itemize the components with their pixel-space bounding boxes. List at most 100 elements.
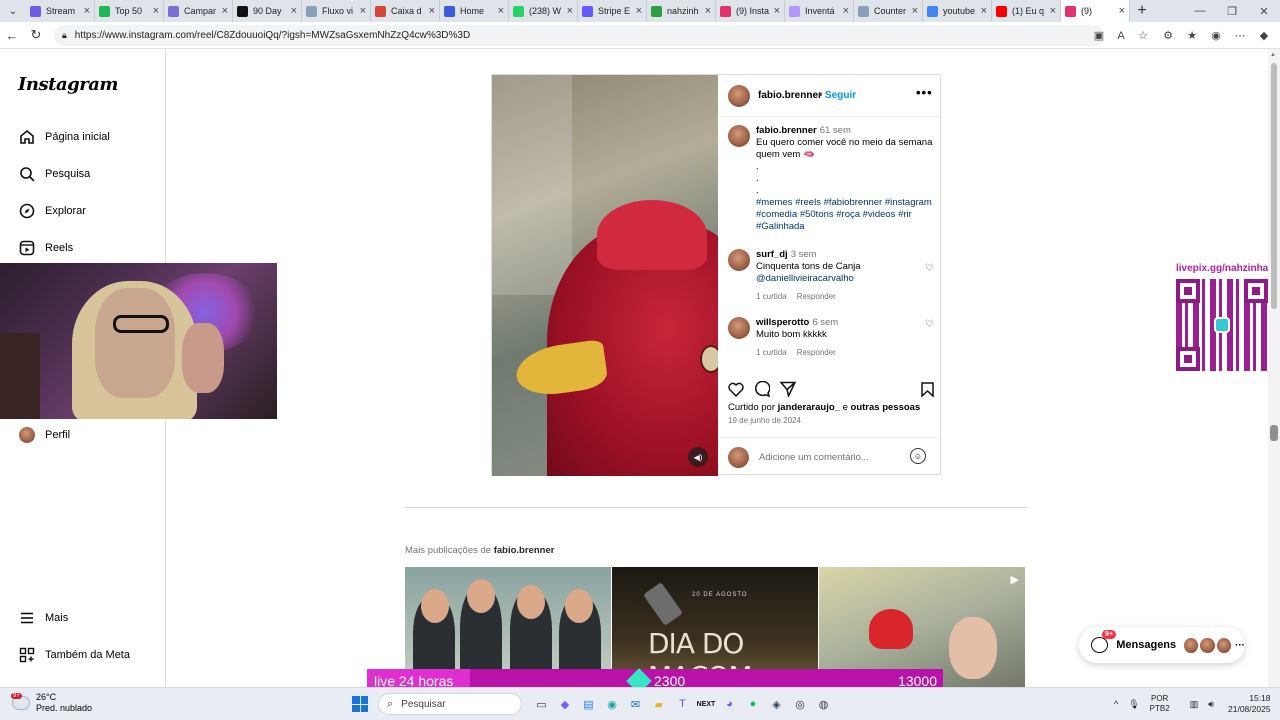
messages-button[interactable]: 9+ Mensagens ··· (1079, 627, 1245, 663)
restore-icon[interactable]: ❐ (1216, 0, 1248, 22)
start-icon[interactable] (352, 696, 368, 712)
browser-tab[interactable]: (9) × (1061, 0, 1130, 22)
tab-close-icon[interactable]: × (567, 5, 573, 17)
site-info-icon[interactable]: 🔒︎ (62, 30, 67, 41)
back-icon[interactable]: ← (0, 28, 24, 43)
reply-button[interactable]: Responder (797, 292, 836, 301)
next-app-icon[interactable]: NEXT (695, 694, 718, 714)
emoji-icon[interactable]: ☺ (910, 448, 926, 464)
weather-widget[interactable]: 9+ 26°C Pred. nublado (11, 692, 92, 714)
author-avatar[interactable] (728, 85, 750, 107)
browser-tab[interactable]: Stream × (26, 0, 95, 22)
comment-username[interactable]: willsperotto (756, 317, 809, 328)
tab-close-icon[interactable]: × (705, 5, 711, 17)
tab-close-icon[interactable]: × (153, 5, 159, 17)
close-icon[interactable]: ✕ (1248, 0, 1280, 22)
browser-tab[interactable]: (9) Insta × (716, 0, 785, 22)
like-comment-icon[interactable]: ♡ (925, 263, 934, 275)
browser-tab[interactable]: youtube × (923, 0, 992, 22)
author-avatar[interactable] (728, 125, 750, 147)
reel-video[interactable]: ◀︎) (492, 75, 718, 476)
url-field[interactable]: 🔒︎ https://www.instagram.com/reel/C8Zdou… (54, 25, 1104, 46)
browser-tab[interactable]: Home × (440, 0, 509, 22)
tab-close-icon[interactable]: × (429, 5, 435, 17)
vpn-icon[interactable]: ◈ (765, 694, 788, 714)
author-username[interactable]: fabio.brenner (758, 90, 822, 101)
mic-icon[interactable]: 🎙︎ (1128, 699, 1139, 710)
comment-input[interactable]: Adicione um comentário... (759, 452, 869, 463)
clock[interactable]: 15:18 21/08/2025 (1228, 693, 1271, 715)
refresh-icon[interactable]: ↻ (24, 27, 48, 43)
browser-tab[interactable]: Inventá × (785, 0, 854, 22)
more-options-icon[interactable]: ••• (916, 85, 933, 100)
favorites-icon[interactable]: ★ (1180, 25, 1204, 46)
new-tab-button[interactable]: + (1130, 2, 1154, 20)
browser-tab[interactable]: Stripe E × (578, 0, 647, 22)
edge-icon[interactable]: ◉ (601, 694, 624, 714)
app-icon[interactable]: ▣ (1088, 25, 1110, 46)
tab-close-icon[interactable]: × (1119, 5, 1125, 17)
share-icon[interactable] (780, 381, 796, 397)
tab-close-icon[interactable]: × (981, 5, 987, 17)
sidebar-item-more[interactable]: Mais (18, 609, 68, 627)
profile-icon[interactable]: ◉ (1204, 25, 1228, 46)
sidebar-item-home[interactable]: Página inicial (18, 128, 110, 146)
tab-close-icon[interactable]: × (498, 5, 504, 17)
sidebar-item-explore[interactable]: Explorar (18, 202, 86, 220)
browser-tab[interactable]: nahzinh × (647, 0, 716, 22)
teams-icon[interactable]: T (671, 694, 694, 714)
sidebar-item-reels[interactable]: Reels (18, 239, 73, 257)
comment-icon[interactable] (754, 381, 770, 397)
tray-chevron-icon[interactable]: ^ (1114, 699, 1118, 709)
browser-tab[interactable]: Campar × (164, 0, 233, 22)
tab-close-icon[interactable]: × (912, 5, 918, 17)
tab-close-icon[interactable]: × (84, 5, 90, 17)
store-icon[interactable]: ▤ (577, 694, 600, 714)
minimize-icon[interactable]: — (1184, 0, 1216, 22)
comment-likes[interactable]: 1 curtida (756, 292, 787, 301)
read-aloud-icon[interactable]: A (1110, 25, 1132, 46)
liked-user[interactable]: janderaraujo_ (778, 402, 840, 413)
taskbar-search[interactable]: ⌕ Pesquisar (378, 693, 522, 715)
reply-button[interactable]: Responder (797, 348, 836, 357)
mute-icon[interactable]: ◀︎) (688, 447, 708, 467)
comment-likes[interactable]: 1 curtida (756, 348, 787, 357)
extensions-icon[interactable]: ⚙ (1156, 25, 1180, 46)
scroll-up-icon[interactable]: ▲ (1270, 52, 1276, 58)
caption-username[interactable]: fabio.brenner (756, 125, 817, 136)
caption-time[interactable]: 61 sem (820, 125, 851, 136)
tab-close-icon[interactable]: × (360, 5, 366, 17)
sidebar-item-search[interactable]: Pesquisa (18, 165, 90, 183)
steam-icon[interactable]: ◎ (789, 694, 812, 714)
tab-close-icon[interactable]: × (636, 5, 642, 17)
favorite-star-icon[interactable]: ☆ (1132, 25, 1154, 46)
liked-others[interactable]: outras pessoas (851, 402, 921, 413)
more-icon[interactable]: ⋯ (1228, 25, 1252, 46)
task-view-icon[interactable]: ▭ (530, 694, 553, 714)
obs-icon[interactable]: ◍ (812, 694, 835, 714)
browser-tab[interactable]: Caixa d × (371, 0, 440, 22)
tab-close-icon[interactable]: × (774, 5, 780, 17)
browser-tab[interactable]: (1) Eu q × (992, 0, 1061, 22)
instagram-logo[interactable]: Instagram (18, 74, 118, 95)
tab-close-icon[interactable]: × (843, 5, 849, 17)
outlook-icon[interactable]: ✉ (624, 694, 647, 714)
browser-tab[interactable]: Counter × (854, 0, 923, 22)
caption-hashtags[interactable]: #memes #reels #fabiobrenner #instagram #… (756, 197, 934, 233)
commenter-avatar[interactable] (728, 317, 750, 339)
comment-mention[interactable]: @daniellivieiracarvalho (756, 273, 934, 285)
like-comment-icon[interactable]: ♡ (925, 319, 934, 331)
save-icon[interactable] (921, 381, 934, 397)
page-scrollbar[interactable]: ▲ (1268, 49, 1280, 687)
tab-actions-menu[interactable]: ⌄ (0, 0, 26, 22)
tab-close-icon[interactable]: × (222, 5, 228, 17)
more-posts-user[interactable]: fabio.brenner (494, 545, 555, 556)
discord-icon[interactable]: ◕ (718, 694, 741, 714)
browser-tab[interactable]: 90 Day × (233, 0, 302, 22)
sidebar-item-also-from-meta[interactable]: Também da Meta (18, 646, 130, 664)
file-explorer-icon[interactable]: ▰ (648, 694, 671, 714)
comment-username[interactable]: surf_dj (756, 249, 788, 260)
tab-close-icon[interactable]: × (1050, 5, 1056, 17)
network-icon[interactable]: ▥ (1190, 699, 1199, 710)
follow-button[interactable]: Seguir (825, 90, 856, 101)
